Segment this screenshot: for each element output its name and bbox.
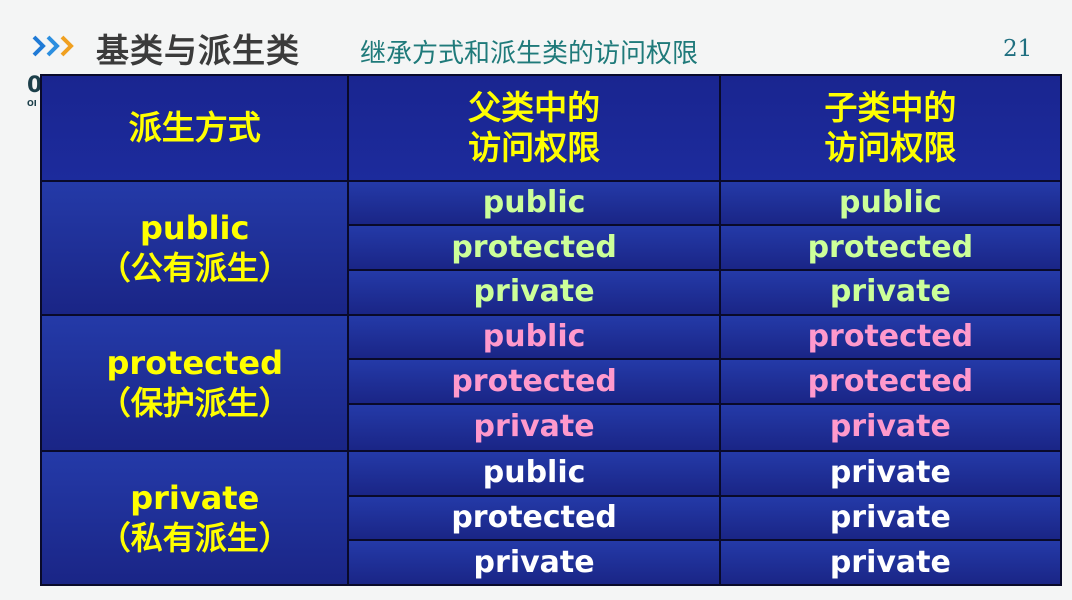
parent-access: private: [473, 544, 595, 580]
header-parent-line2: 访问权限: [468, 127, 601, 167]
child-access: private: [829, 274, 951, 310]
mode-name: public: [139, 208, 250, 247]
table-row: public （公有派生） public public: [39, 179, 1063, 316]
logo-letter: 0: [27, 73, 41, 98]
mode-name-cn: （公有派生）: [98, 248, 291, 287]
table-row: private （私有派生） public private: [39, 449, 1063, 587]
header-child: 子类中的 访问权限: [718, 74, 1063, 182]
logo-small-text: OI: [27, 99, 37, 108]
slide-title: 基类与派生类: [96, 31, 300, 70]
parent-access: public: [482, 319, 586, 355]
page-number: 21: [1003, 36, 1033, 62]
header-child-line1: 子类中的: [824, 87, 957, 127]
child-access: protected: [807, 363, 974, 399]
header-parent: 父类中的 访问权限: [347, 74, 721, 182]
slide-subtitle: 继承方式和派生类的访问权限: [360, 39, 699, 69]
mode-name: private: [130, 478, 260, 517]
parent-access: private: [473, 409, 595, 445]
parent-access: private: [473, 274, 595, 310]
parent-access: public: [482, 455, 586, 491]
child-access: protected: [807, 229, 974, 265]
table-row: protected （保护派生） public protected: [39, 313, 1063, 452]
table-header-row: 派生方式 父类中的 访问权限 子类中的 访问权限: [39, 74, 1063, 182]
child-access: private: [829, 409, 951, 445]
parent-access: protected: [451, 229, 617, 265]
child-access: public: [839, 185, 942, 220]
parent-access: protected: [451, 499, 617, 535]
parent-access: protected: [451, 363, 617, 399]
mode-name: protected: [106, 343, 284, 382]
access-permission-table: 派生方式 父类中的 访问权限 子类中的 访问权限 public （公有派生） p…: [39, 74, 1063, 587]
parent-access: public: [482, 185, 586, 220]
header-child-line2: 访问权限: [824, 127, 957, 167]
mode-name-cn: （保护派生）: [98, 383, 291, 422]
child-access: private: [829, 499, 951, 535]
logo-fragment: 0 OI: [27, 73, 41, 121]
mode-cell-public: public （公有派生）: [39, 179, 350, 316]
chevrons-icon: [32, 35, 74, 57]
header-mode-label: 派生方式: [128, 107, 261, 147]
header-mode: 派生方式: [39, 74, 350, 182]
child-access: private: [829, 455, 951, 491]
child-access: private: [829, 544, 951, 580]
header-parent-line1: 父类中的: [468, 87, 601, 127]
mode-cell-protected: protected （保护派生）: [39, 313, 350, 452]
mode-name-cn: （私有派生）: [98, 518, 291, 557]
child-access: protected: [807, 319, 974, 355]
slide-header: 基类与派生类 继承方式和派生类的访问权限 21: [0, 0, 1072, 74]
mode-cell-private: private （私有派生）: [39, 449, 350, 587]
